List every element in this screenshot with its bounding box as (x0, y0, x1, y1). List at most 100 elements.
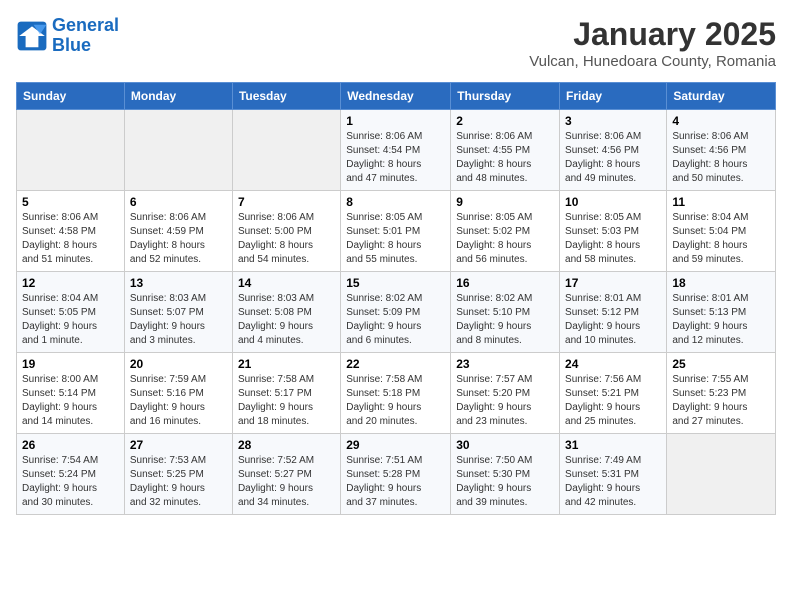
day-info: Sunrise: 7:54 AM Sunset: 5:24 PM Dayligh… (22, 454, 119, 510)
calendar-cell: 25 Sunrise: 7:55 AM Sunset: 5:23 PM Dayli… (667, 353, 776, 434)
calendar-cell (667, 434, 776, 515)
day-info: Sunrise: 8:01 AM Sunset: 5:12 PM Dayligh… (565, 292, 661, 348)
day-number: 11 (672, 195, 770, 209)
day-info: Sunrise: 7:55 AM Sunset: 5:23 PM Dayligh… (672, 373, 770, 429)
day-number: 9 (456, 195, 554, 209)
calendar-cell: 26 Sunrise: 7:54 AM Sunset: 5:24 PM Dayli… (17, 434, 125, 515)
day-info: Sunrise: 7:57 AM Sunset: 5:20 PM Dayligh… (456, 373, 554, 429)
logo-icon (16, 20, 48, 52)
day-info: Sunrise: 8:06 AM Sunset: 4:59 PM Dayligh… (130, 211, 227, 267)
day-number: 24 (565, 357, 661, 371)
calendar-cell (232, 110, 340, 191)
day-number: 25 (672, 357, 770, 371)
calendar-cell: 7 Sunrise: 8:06 AM Sunset: 5:00 PM Daylig… (232, 191, 340, 272)
calendar-cell: 5 Sunrise: 8:06 AM Sunset: 4:58 PM Daylig… (17, 191, 125, 272)
calendar-cell: 11 Sunrise: 8:04 AM Sunset: 5:04 PM Dayli… (667, 191, 776, 272)
day-number: 28 (238, 438, 335, 452)
calendar-table: SundayMondayTuesdayWednesdayThursdayFrid… (16, 82, 776, 515)
logo-text: General Blue (52, 16, 119, 56)
calendar-cell: 21 Sunrise: 7:58 AM Sunset: 5:17 PM Dayli… (232, 353, 340, 434)
calendar-cell: 12Sunrise: 8:04 AM Sunset: 5:05 PM Dayli… (17, 272, 125, 353)
calendar-cell: 4Sunrise: 8:06 AM Sunset: 4:56 PM Daylig… (667, 110, 776, 191)
day-number: 7 (238, 195, 335, 209)
day-info: Sunrise: 8:06 AM Sunset: 5:00 PM Dayligh… (238, 211, 335, 267)
header-friday: Friday (560, 83, 667, 110)
day-number: 15 (346, 276, 445, 290)
day-number: 27 (130, 438, 227, 452)
day-info: Sunrise: 7:53 AM Sunset: 5:25 PM Dayligh… (130, 454, 227, 510)
day-number: 5 (22, 195, 119, 209)
day-number: 23 (456, 357, 554, 371)
day-info: Sunrise: 8:05 AM Sunset: 5:02 PM Dayligh… (456, 211, 554, 267)
day-info: Sunrise: 7:58 AM Sunset: 5:18 PM Dayligh… (346, 373, 445, 429)
calendar-cell: 20 Sunrise: 7:59 AM Sunset: 5:16 PM Dayli… (124, 353, 232, 434)
day-number: 13 (130, 276, 227, 290)
day-number: 8 (346, 195, 445, 209)
day-number: 12 (22, 276, 119, 290)
week-row-2: 12Sunrise: 8:04 AM Sunset: 5:05 PM Dayli… (17, 272, 776, 353)
day-info: Sunrise: 8:02 AM Sunset: 5:09 PM Dayligh… (346, 292, 445, 348)
day-number: 29 (346, 438, 445, 452)
page-header: General Blue January 2025 Vulcan, Hunedo… (16, 16, 776, 70)
day-info: Sunrise: 8:06 AM Sunset: 4:56 PM Dayligh… (565, 130, 661, 186)
header-thursday: Thursday (451, 83, 560, 110)
day-info: Sunrise: 7:59 AM Sunset: 5:16 PM Dayligh… (130, 373, 227, 429)
day-number: 18 (672, 276, 770, 290)
day-info: Sunrise: 7:58 AM Sunset: 5:17 PM Dayligh… (238, 373, 335, 429)
day-number: 14 (238, 276, 335, 290)
calendar-cell: 13Sunrise: 8:03 AM Sunset: 5:07 PM Dayli… (124, 272, 232, 353)
header-tuesday: Tuesday (232, 83, 340, 110)
day-info: Sunrise: 8:05 AM Sunset: 5:03 PM Dayligh… (565, 211, 661, 267)
day-info: Sunrise: 7:51 AM Sunset: 5:28 PM Dayligh… (346, 454, 445, 510)
day-number: 30 (456, 438, 554, 452)
calendar-cell: 28 Sunrise: 7:52 AM Sunset: 5:27 PM Dayli… (232, 434, 340, 515)
calendar-cell: 24 Sunrise: 7:56 AM Sunset: 5:21 PM Dayli… (560, 353, 667, 434)
day-number: 17 (565, 276, 661, 290)
calendar-cell: 31 Sunrise: 7:49 AM Sunset: 5:31 PM Dayli… (560, 434, 667, 515)
day-number: 31 (565, 438, 661, 452)
day-info: Sunrise: 8:01 AM Sunset: 5:13 PM Dayligh… (672, 292, 770, 348)
day-number: 3 (565, 114, 661, 128)
calendar-cell: 29 Sunrise: 7:51 AM Sunset: 5:28 PM Dayli… (341, 434, 451, 515)
calendar-cell: 17 Sunrise: 8:01 AM Sunset: 5:12 PM Dayli… (560, 272, 667, 353)
calendar-cell: 19 Sunrise: 8:00 AM Sunset: 5:14 PM Dayli… (17, 353, 125, 434)
day-info: Sunrise: 8:00 AM Sunset: 5:14 PM Dayligh… (22, 373, 119, 429)
calendar-title: January 2025 (529, 16, 776, 53)
day-info: Sunrise: 8:06 AM Sunset: 4:58 PM Dayligh… (22, 211, 119, 267)
day-info: Sunrise: 7:52 AM Sunset: 5:27 PM Dayligh… (238, 454, 335, 510)
day-number: 16 (456, 276, 554, 290)
calendar-cell: 1Sunrise: 8:06 AM Sunset: 4:54 PM Daylig… (341, 110, 451, 191)
calendar-cell: 30 Sunrise: 7:50 AM Sunset: 5:30 PM Dayli… (451, 434, 560, 515)
day-number: 6 (130, 195, 227, 209)
day-info: Sunrise: 8:03 AM Sunset: 5:08 PM Dayligh… (238, 292, 335, 348)
header-wednesday: Wednesday (341, 83, 451, 110)
calendar-cell: 9 Sunrise: 8:05 AM Sunset: 5:02 PM Daylig… (451, 191, 560, 272)
logo: General Blue (16, 16, 119, 56)
calendar-cell: 2Sunrise: 8:06 AM Sunset: 4:55 PM Daylig… (451, 110, 560, 191)
calendar-cell: 3 Sunrise: 8:06 AM Sunset: 4:56 PM Daylig… (560, 110, 667, 191)
day-info: Sunrise: 7:49 AM Sunset: 5:31 PM Dayligh… (565, 454, 661, 510)
calendar-cell: 15 Sunrise: 8:02 AM Sunset: 5:09 PM Dayli… (341, 272, 451, 353)
day-info: Sunrise: 7:50 AM Sunset: 5:30 PM Dayligh… (456, 454, 554, 510)
day-number: 1 (346, 114, 445, 128)
calendar-cell: 14 Sunrise: 8:03 AM Sunset: 5:08 PM Dayli… (232, 272, 340, 353)
day-number: 26 (22, 438, 119, 452)
day-info: Sunrise: 8:06 AM Sunset: 4:55 PM Dayligh… (456, 130, 554, 186)
day-number: 21 (238, 357, 335, 371)
header-saturday: Saturday (667, 83, 776, 110)
title-block: January 2025 Vulcan, Hunedoara County, R… (529, 16, 776, 70)
calendar-subtitle: Vulcan, Hunedoara County, Romania (529, 53, 776, 70)
day-number: 4 (672, 114, 770, 128)
calendar-cell: 27 Sunrise: 7:53 AM Sunset: 5:25 PM Dayli… (124, 434, 232, 515)
day-number: 20 (130, 357, 227, 371)
day-info: Sunrise: 7:56 AM Sunset: 5:21 PM Dayligh… (565, 373, 661, 429)
day-number: 19 (22, 357, 119, 371)
day-info: Sunrise: 8:02 AM Sunset: 5:10 PM Dayligh… (456, 292, 554, 348)
logo-line2: Blue (52, 35, 91, 55)
calendar-cell: 23 Sunrise: 7:57 AM Sunset: 5:20 PM Dayli… (451, 353, 560, 434)
day-info: Sunrise: 8:05 AM Sunset: 5:01 PM Dayligh… (346, 211, 445, 267)
calendar-body: 1Sunrise: 8:06 AM Sunset: 4:54 PM Daylig… (17, 110, 776, 515)
calendar-cell (17, 110, 125, 191)
day-info: Sunrise: 8:04 AM Sunset: 5:04 PM Dayligh… (672, 211, 770, 267)
header-sunday: Sunday (17, 83, 125, 110)
